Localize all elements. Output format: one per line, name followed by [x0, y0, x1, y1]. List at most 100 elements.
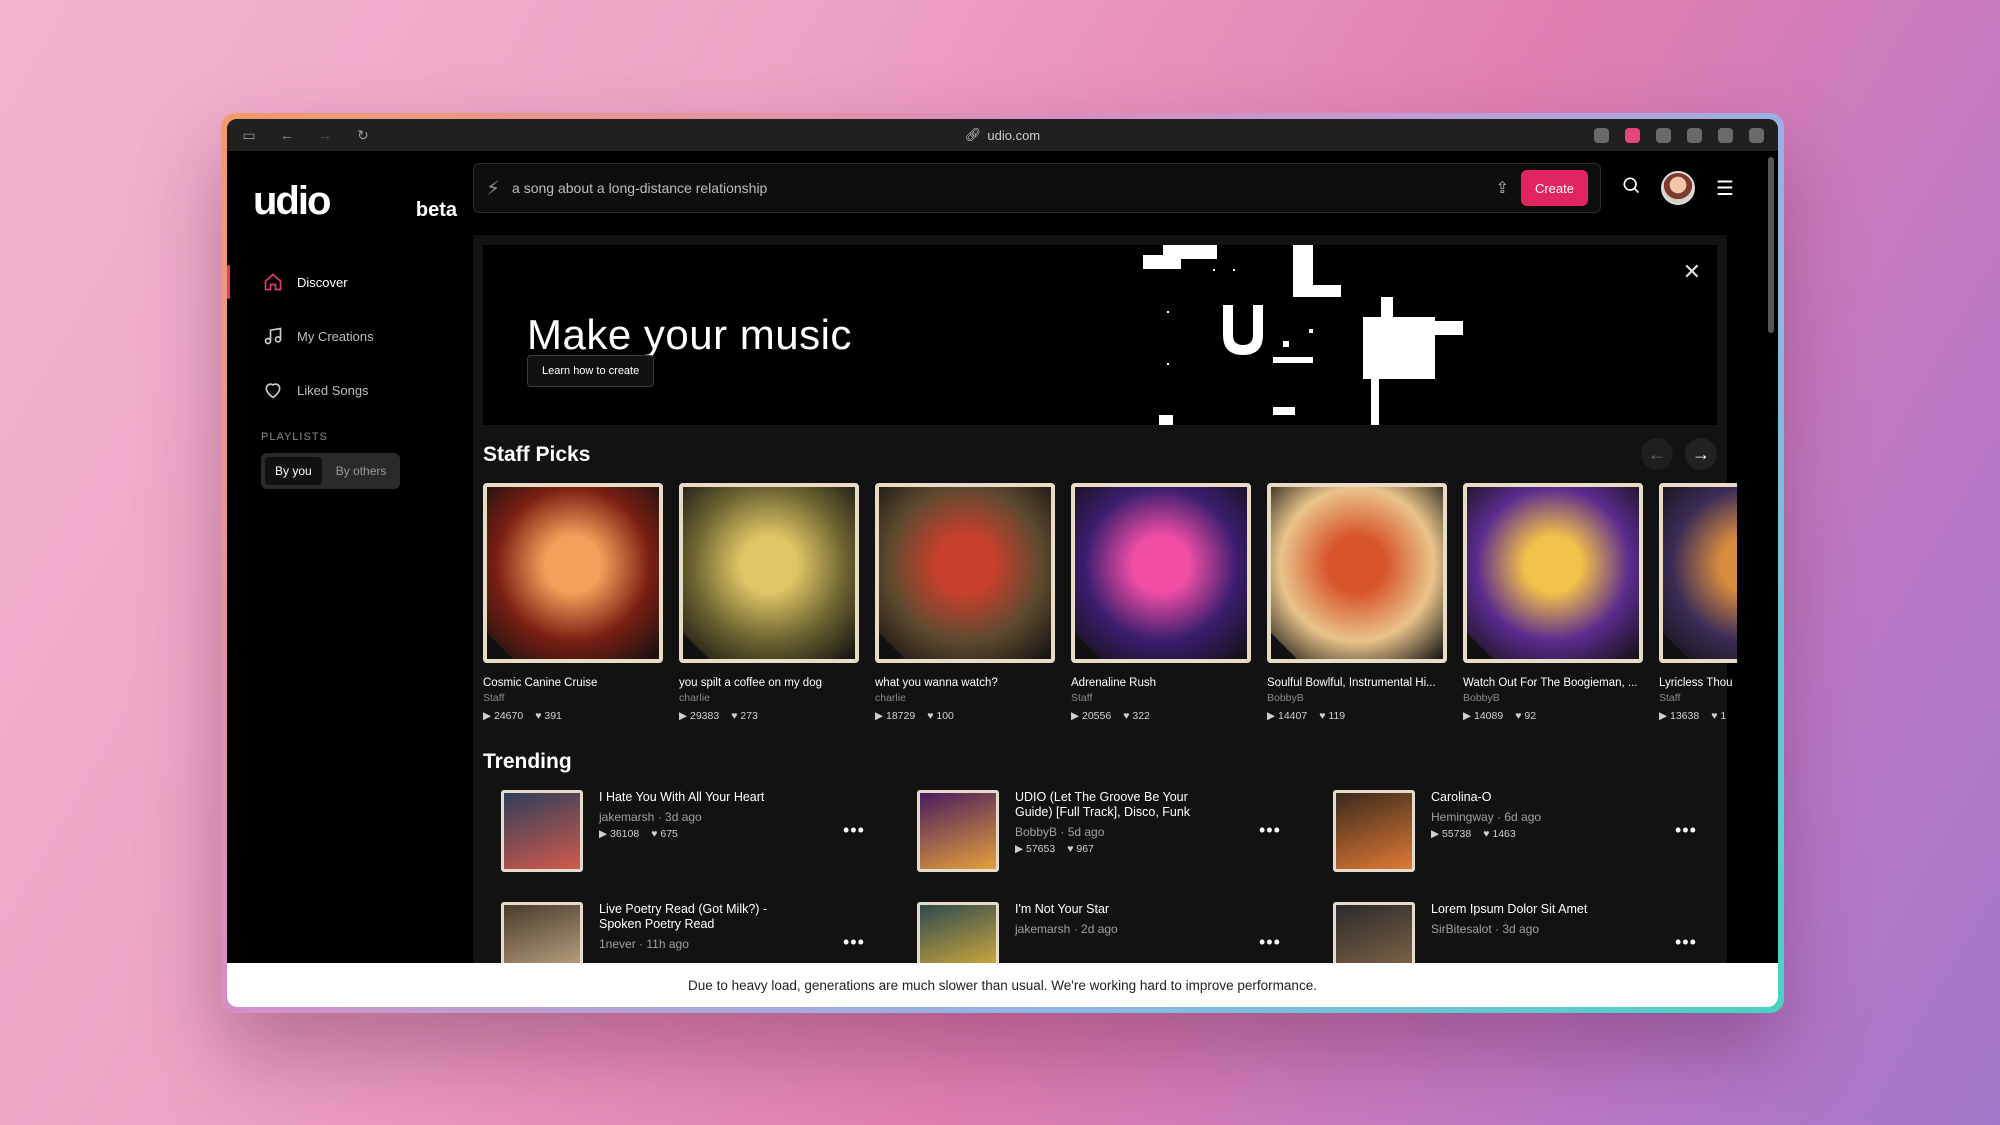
playlist-filter: By you By others	[261, 453, 401, 489]
song-title[interactable]: Lyricless Thou	[1659, 677, 1737, 689]
search-icon[interactable]	[1619, 175, 1643, 201]
song-title[interactable]: you spilt a coffee on my dog	[679, 677, 859, 689]
song-card[interactable]: Lyricless Thou Staff ▶ 13638 ♥ 1	[1659, 483, 1737, 722]
song-title[interactable]: Live Poetry Read (Got Milk?) - Spoken Po…	[599, 902, 809, 932]
trending-item[interactable]: UDIO (Let The Groove Be Your Guide) [Ful…	[917, 790, 1333, 872]
trending-item[interactable]: Carolina-O Hemingway · 6d ago ▶ 55738 ♥ 146…	[1333, 790, 1749, 872]
song-title[interactable]: Cosmic Canine Cruise	[483, 677, 663, 689]
app: udio beta Discover My Creations Liked So…	[227, 151, 1778, 1007]
song-author[interactable]: BobbyB	[1463, 692, 1643, 704]
scrollbar[interactable]	[1768, 157, 1774, 333]
song-author[interactable]: Staff	[483, 692, 663, 704]
song-card[interactable]: what you wanna watch? charlie ▶ 18729 ♥ 100	[875, 483, 1055, 722]
song-author[interactable]: charlie	[875, 692, 1055, 704]
forward-icon[interactable]: →	[317, 127, 333, 143]
hero-banner: Make your music Learn how to create ✕	[483, 245, 1717, 425]
song-author[interactable]: BobbyB	[1267, 692, 1447, 704]
create-button[interactable]: Create	[1520, 170, 1588, 206]
song-title[interactable]: Lorem Ipsum Dolor Sit Amet	[1431, 902, 1641, 917]
play-count: ▶ 18729	[875, 710, 916, 722]
sidebar-item-discover[interactable]: Discover	[227, 255, 457, 309]
more-options-icon[interactable]: •••	[1675, 820, 1697, 841]
song-author[interactable]: jakemarsh	[599, 810, 654, 824]
song-author[interactable]: Staff	[1071, 692, 1251, 704]
arrow-left-icon[interactable]: ←	[1641, 438, 1673, 470]
sidebar-item-my-creations[interactable]: My Creations	[243, 309, 457, 363]
song-title[interactable]: Carolina-O	[1431, 790, 1641, 805]
prompt-input[interactable]	[512, 180, 1484, 196]
song-cover[interactable]	[1659, 483, 1737, 663]
song-cover[interactable]	[917, 790, 999, 872]
song-title[interactable]: Adrenaline Rush	[1071, 677, 1251, 689]
song-author[interactable]: 1never	[599, 937, 636, 951]
like-count: ♥ 322	[1123, 710, 1150, 722]
song-card[interactable]: Cosmic Canine Cruise Staff ▶ 24670 ♥ 391	[483, 483, 663, 722]
song-cover[interactable]	[1267, 483, 1447, 663]
song-author[interactable]: jakemarsh	[1015, 922, 1070, 936]
close-icon[interactable]: ✕	[1683, 259, 1701, 285]
content-panel: Make your music Learn how to create ✕ St…	[473, 235, 1737, 1007]
sidebar-toggle-icon[interactable]: ▭	[241, 127, 257, 143]
filter-by-you[interactable]: By you	[265, 457, 322, 485]
song-cover[interactable]	[501, 790, 583, 872]
song-title[interactable]: Soulful Bowlful, Instrumental Hi...	[1267, 677, 1447, 689]
song-author[interactable]: Staff	[1659, 692, 1737, 704]
song-title[interactable]: what you wanna watch?	[875, 677, 1055, 689]
song-cover[interactable]	[679, 483, 859, 663]
play-count: ▶ 14407	[1267, 710, 1308, 722]
avatar[interactable]	[1661, 171, 1695, 205]
song-card[interactable]: Soulful Bowlful, Instrumental Hi... Bobby…	[1267, 483, 1447, 722]
learn-how-button[interactable]: Learn how to create	[527, 355, 655, 387]
play-count: ▶ 14089	[1463, 710, 1504, 722]
extension-icon[interactable]	[1687, 127, 1702, 143]
hero-title: Make your music	[527, 311, 852, 358]
song-cover[interactable]	[1071, 483, 1251, 663]
more-options-icon[interactable]: •••	[843, 820, 865, 841]
sidebar-item-liked-songs[interactable]: Liked Songs	[243, 363, 457, 417]
like-count: ♥ 92	[1515, 710, 1537, 722]
extension-icon[interactable]	[1625, 127, 1640, 143]
song-cover[interactable]	[1463, 483, 1643, 663]
play-count: ▶ 24670	[483, 710, 524, 722]
song-stats: ▶ 29383 ♥ 273	[679, 710, 859, 722]
song-author[interactable]: BobbyB	[1015, 825, 1057, 839]
song-author[interactable]: charlie	[679, 692, 859, 704]
back-icon[interactable]: ←	[279, 127, 295, 143]
extension-icon[interactable]	[1594, 127, 1609, 143]
more-options-icon[interactable]: •••	[843, 932, 865, 953]
filter-by-others[interactable]: By others	[326, 457, 397, 485]
like-count: ♥ 1463	[1483, 828, 1516, 840]
extension-icon[interactable]	[1656, 127, 1671, 143]
address-bar[interactable]: 🔗︎ udio.com	[965, 127, 1040, 143]
song-author[interactable]: Hemingway	[1431, 810, 1494, 824]
menu-icon[interactable]: ☰	[1713, 176, 1737, 201]
song-card[interactable]: Adrenaline Rush Staff ▶ 20556 ♥ 322	[1071, 483, 1251, 722]
song-card[interactable]: you spilt a coffee on my dog charlie ▶ 293…	[679, 483, 859, 722]
play-count: ▶ 55738	[1431, 828, 1472, 840]
song-meta: jakemarsh · 3d ago	[599, 810, 702, 824]
udio-logo[interactable]: udio beta	[253, 169, 457, 221]
more-options-icon[interactable]: •••	[1259, 932, 1281, 953]
song-author[interactable]: SirBitesalot	[1431, 922, 1492, 936]
song-title[interactable]: I Hate You With All Your Heart	[599, 790, 809, 805]
song-title[interactable]: I'm Not Your Star	[1015, 902, 1225, 917]
song-cover[interactable]	[1333, 790, 1415, 872]
split-view-icon[interactable]	[1749, 127, 1764, 143]
share-icon[interactable]: ⇪	[1496, 178, 1509, 198]
song-stats: ▶ 36108 ♥ 675	[599, 828, 809, 840]
song-meta: 1never · 11h ago	[599, 937, 689, 951]
song-stats: ▶ 55738 ♥ 1463	[1431, 828, 1641, 840]
top-bar: ⚡︎ ⇪ Create ☰	[473, 163, 1748, 213]
song-cover[interactable]	[875, 483, 1055, 663]
song-cover[interactable]	[483, 483, 663, 663]
more-options-icon[interactable]: •••	[1675, 932, 1697, 953]
song-title[interactable]: Watch Out For The Boogieman, ...	[1463, 677, 1643, 689]
play-count: ▶ 13638	[1659, 710, 1700, 722]
song-card[interactable]: Watch Out For The Boogieman, ... BobbyB ▶ …	[1463, 483, 1643, 722]
arrow-right-icon[interactable]: →	[1685, 438, 1717, 470]
extension-icon[interactable]	[1718, 127, 1733, 143]
trending-item[interactable]: I Hate You With All Your Heart jakemarsh …	[501, 790, 917, 872]
song-title[interactable]: UDIO (Let The Groove Be Your Guide) [Ful…	[1015, 790, 1225, 820]
reload-icon[interactable]: ↻	[355, 127, 371, 143]
more-options-icon[interactable]: •••	[1259, 820, 1281, 841]
